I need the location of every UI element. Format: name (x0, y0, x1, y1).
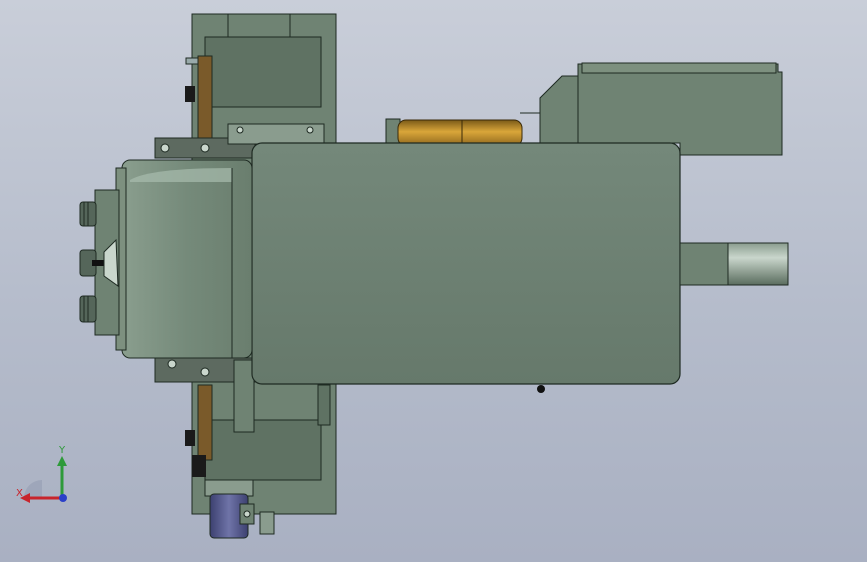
gearbox-top-right[interactable] (520, 62, 783, 156)
output-shaft[interactable] (679, 242, 789, 286)
brass-ring[interactable] (385, 118, 523, 147)
main-housing[interactable] (251, 142, 681, 393)
y-axis-arrow (57, 456, 67, 498)
x-axis-label: X (16, 488, 23, 499)
axis-triad: X Y (16, 445, 67, 503)
connector-top[interactable] (79, 201, 97, 227)
model-viewport[interactable] (0, 0, 867, 562)
connector-bottom[interactable] (79, 295, 97, 323)
z-axis-dot (59, 494, 67, 502)
y-axis-label: Y (58, 445, 66, 456)
front-head[interactable] (94, 159, 253, 359)
